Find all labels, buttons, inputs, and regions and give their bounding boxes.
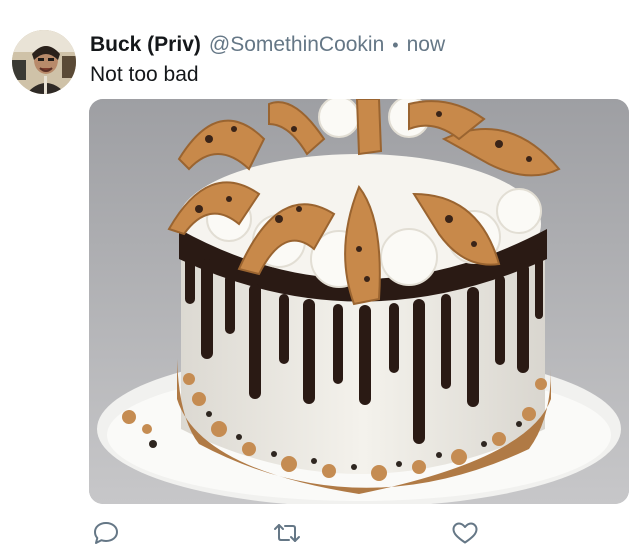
reply-button[interactable]	[92, 519, 120, 547]
tweet-header: Buck (Priv) @SomethinCookin • now	[90, 31, 445, 59]
retweet-icon	[274, 524, 300, 542]
header-separator: •	[392, 35, 399, 55]
retweet-button[interactable]	[273, 519, 301, 547]
like-icon	[452, 522, 478, 544]
user-handle[interactable]: @SomethinCookin	[209, 31, 384, 59]
display-name[interactable]: Buck (Priv)	[90, 31, 201, 59]
tweet-media[interactable]	[89, 99, 629, 504]
reply-icon	[94, 522, 118, 544]
tweet[interactable]: Buck (Priv) @SomethinCookin • now Not to…	[0, 0, 640, 556]
tweet-actions	[0, 515, 640, 549]
like-button[interactable]	[451, 519, 479, 547]
avatar-image	[12, 30, 76, 94]
timestamp[interactable]: now	[407, 31, 446, 59]
cake-photo	[89, 99, 629, 504]
tweet-text: Not too bad	[90, 63, 199, 86]
avatar[interactable]	[12, 30, 76, 94]
